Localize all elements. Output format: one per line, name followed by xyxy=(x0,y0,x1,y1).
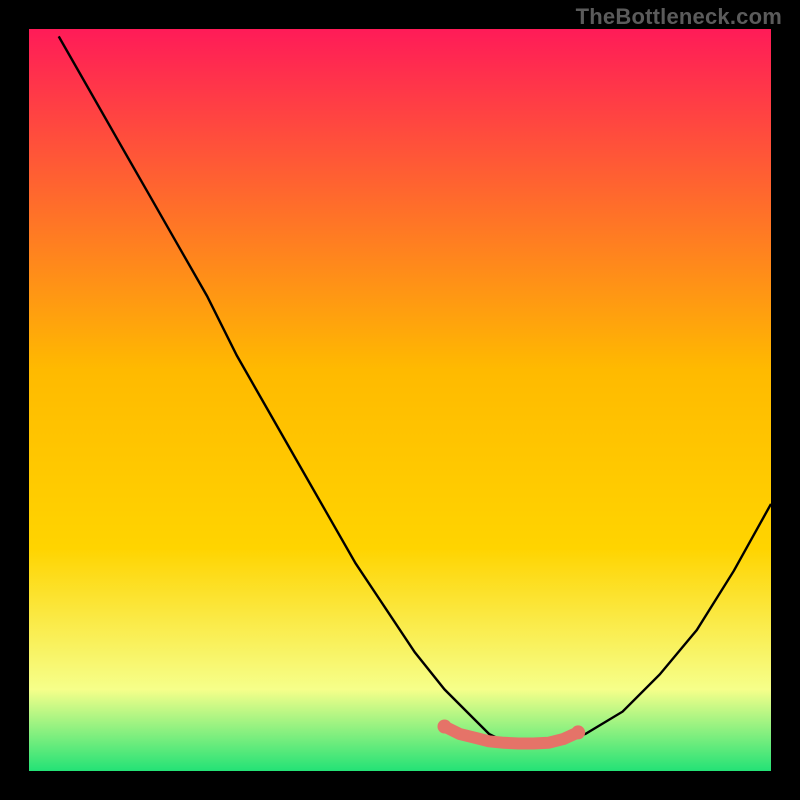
chart-frame: TheBottleneck.com xyxy=(0,0,800,800)
bottleneck-chart xyxy=(29,29,771,771)
plot-area xyxy=(29,29,771,771)
attribution-text: TheBottleneck.com xyxy=(576,4,782,30)
gradient-background xyxy=(29,29,771,771)
optimal-band-end-dot xyxy=(571,725,585,739)
optimal-band-start-dot xyxy=(438,720,452,734)
